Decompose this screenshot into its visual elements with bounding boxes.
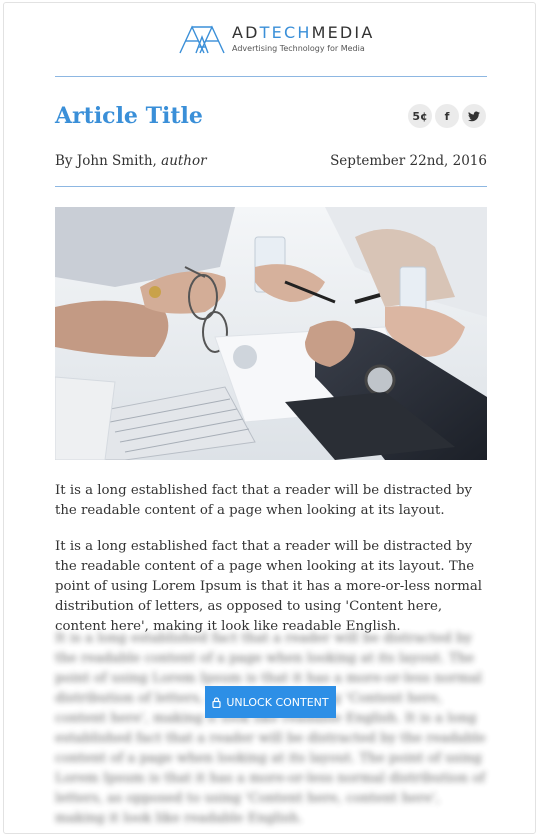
unlock-content-label: UNLOCK CONTENT bbox=[226, 695, 329, 709]
facebook-icon: f bbox=[444, 109, 450, 123]
byline-divider bbox=[55, 186, 487, 187]
brand-name: ADTECHMEDIA bbox=[232, 23, 374, 42]
brand-name-suffix: MEDIA bbox=[311, 23, 375, 42]
header-divider bbox=[55, 76, 487, 77]
article-paragraph-2: It is a long established fact that a rea… bbox=[55, 539, 483, 634]
author-name: By John Smith, bbox=[55, 153, 162, 169]
brand-logo[interactable]: ADTECHMEDIA Advertising Technology for M… bbox=[178, 20, 378, 60]
brand-name-highlight: TECH bbox=[259, 23, 312, 42]
logo-mark-icon bbox=[179, 25, 225, 54]
locked-paragraph: It is a long established fact that a rea… bbox=[55, 631, 486, 826]
author-byline: By John Smith, author bbox=[55, 153, 207, 169]
author-role: author bbox=[161, 153, 207, 169]
brand-name-prefix: AD bbox=[232, 23, 260, 42]
lock-icon bbox=[212, 696, 221, 708]
unlock-content-button[interactable]: UNLOCK CONTENT bbox=[205, 686, 336, 718]
article-hero-image bbox=[55, 207, 487, 460]
brand-tagline: Advertising Technology for Media bbox=[232, 44, 365, 53]
twitter-icon bbox=[468, 111, 480, 121]
facebook-share-button[interactable]: f bbox=[435, 104, 459, 128]
share-buttons: 5¢ f bbox=[408, 104, 486, 128]
article-title: Article Title bbox=[55, 103, 203, 129]
article-paragraph-1: It is a long established fact that a rea… bbox=[55, 483, 472, 518]
twitter-share-button[interactable] bbox=[462, 104, 486, 128]
business-meeting-photo bbox=[55, 207, 487, 460]
publish-date: September 22nd, 2016 bbox=[330, 153, 487, 169]
price-button[interactable]: 5¢ bbox=[408, 104, 432, 128]
